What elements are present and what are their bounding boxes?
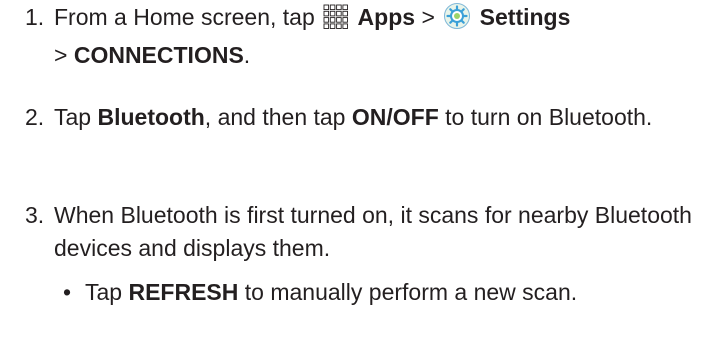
step-1: 1. From a Home screen, tap Apps > Settin… <box>25 1 695 72</box>
onoff-label: ON/OFF <box>351 104 439 130</box>
settings-label: Settings <box>479 4 571 30</box>
bluetooth-label: Bluetooth <box>97 104 205 130</box>
bullet-marker: • <box>63 279 72 305</box>
separator: > <box>54 42 68 68</box>
connections-label: CONNECTIONS <box>73 42 244 68</box>
step-2-text: , and then tap <box>204 104 346 130</box>
settings-gear-icon <box>443 2 471 39</box>
apps-grid-icon <box>323 4 349 39</box>
period: . <box>243 42 251 68</box>
apps-label: Apps <box>357 4 416 30</box>
bullet-item: • Tap REFRESH to manually perform a new … <box>63 276 683 309</box>
step-3-text: When Bluetooth is first turned on, it sc… <box>54 202 692 261</box>
step-number: 1. <box>25 4 45 30</box>
step-text: Tap Bluetooth, and then tap ON/OFF to tu… <box>54 101 695 134</box>
bullet-text: Tap REFRESH to manually perform a new sc… <box>85 276 683 309</box>
separator: > <box>421 4 435 30</box>
refresh-label: REFRESH <box>128 279 239 305</box>
step-2: 2. Tap Bluetooth, and then tap ON/OFF to… <box>25 101 695 134</box>
bullet-text-part: to manually perform a new scan. <box>244 279 578 305</box>
step-1-text: From a Home screen, tap <box>54 4 315 30</box>
step-text: From a Home screen, tap Apps > Settings … <box>54 1 695 72</box>
instruction-document: 1. From a Home screen, tap Apps > Settin… <box>0 0 704 346</box>
step-number: 3. <box>25 202 45 228</box>
step-3: 3. When Bluetooth is first turned on, it… <box>25 199 695 265</box>
step-number: 2. <box>25 104 45 130</box>
step-2-text: to turn on Bluetooth. <box>445 104 653 130</box>
step-2-text: Tap <box>54 104 92 130</box>
bullet-text-part: Tap <box>85 279 123 305</box>
